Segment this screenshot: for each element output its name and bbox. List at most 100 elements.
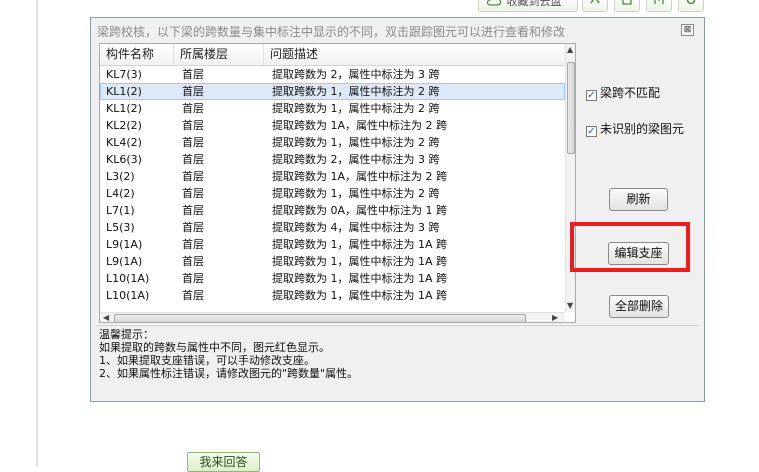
save-to-cloud-label: 收藏到云盘 [506,0,562,8]
issue-list[interactable]: 构件名称 所属楼层 问题描述 KL7(3) 首层 提取跨数为 2，属性中标注为 3 … [99,43,576,323]
table-row[interactable]: KL1(2) 首层 提取跨数为 1，属性中标注为 2 跨 [100,83,565,100]
cell-component-name: L7(1) [106,204,135,217]
table-row[interactable]: KL6(3) 首层 提取跨数为 2，属性中标注为 3 跨 [100,151,565,168]
cloud-icon [486,0,502,6]
cell-description: 提取跨数为 1，属性中标注为 1A 跨 [272,272,448,285]
table-row[interactable]: L3(2) 首层 提取跨数为 1A，属性中标注为 2 跨 [100,168,565,185]
scroll-left-arrow-icon[interactable]: ◀ [103,313,109,322]
answer-button[interactable]: 我来回答 [187,452,260,472]
table-row[interactable]: L9(1A) 首层 提取跨数为 1，属性中标注为 1A 跨 [100,253,565,270]
cell-component-name: KL1(2) [106,102,142,115]
cell-floor: 首层 [182,68,204,81]
cell-component-name: KL6(3) [106,153,142,166]
unrecognized-beam-label: 未识别的梁图元 [600,122,685,136]
cell-description: 提取跨数为 0A，属性中标注为 1 跨 [272,204,448,217]
tip-line: 如果提取的跨数与属性中不同，图元红色显示。 [99,341,330,354]
table-row[interactable]: L5(3) 首层 提取跨数为 4，属性中标注为 3 跨 [100,219,565,236]
cell-floor: 首层 [182,204,204,217]
column-header-name[interactable]: 构件名称 [100,44,174,65]
column-header-floor[interactable]: 所属楼层 [174,44,264,65]
cell-floor: 首层 [182,289,204,302]
span-mismatch-checkbox[interactable]: ✓ 梁跨不匹配 [586,84,660,101]
settings-button[interactable] [678,0,704,12]
scroll-right-arrow-icon[interactable]: ▶ [552,313,558,322]
table-row[interactable]: KL2(2) 首层 提取跨数为 1A，属性中标注为 2 跨 [100,117,565,134]
table-row[interactable]: KL1(2) 首层 提取跨数为 1，属性中标注为 2 跨 [100,100,565,117]
tip-line: 温馨提示： [99,328,154,341]
save-to-cloud-button[interactable]: 收藏到云盘 [478,0,578,12]
cell-description: 提取跨数为 2，属性中标注为 3 跨 [272,68,440,81]
dialog-title: 梁跨校核，以下梁的跨数量与集中标注中显示的不同，双击跟踪图元可以进行查看和修改 [97,25,566,39]
table-row[interactable]: L10(1A) 首层 提取跨数为 1，属性中标注为 1A 跨 [100,270,565,287]
tip-line: 1、如果提取支座错误，可以手动修改支座。 [99,354,315,367]
save-icon [622,0,632,5]
cell-description: 提取跨数为 1，属性中标注为 2 跨 [272,136,440,149]
list-header: 构件名称 所属楼层 问题描述 [100,44,565,66]
settings-icon [686,0,696,5]
tip-line: 2、如果属性标注错误，请修改图元的"跨数量"属性。 [99,367,359,380]
cell-description: 提取跨数为 2，属性中标注为 3 跨 [272,153,440,166]
span-mismatch-label: 梁跨不匹配 [600,86,661,100]
dialog-title-bar: 梁跨校核，以下梁的跨数量与集中标注中显示的不同，双击跟踪图元可以进行查看和修改 … [91,18,704,44]
cell-description: 提取跨数为 1，属性中标注为 2 跨 [272,85,440,98]
network-button[interactable] [582,0,608,12]
table-row[interactable]: L7(1) 首层 提取跨数为 0A，属性中标注为 1 跨 [100,202,565,219]
share-button[interactable] [646,0,672,12]
cell-floor: 首层 [182,136,204,149]
cell-component-name: L4(2) [106,187,135,200]
save-button[interactable] [614,0,640,12]
horizontal-scrollbar[interactable]: ◀ ▶ [100,312,565,322]
table-row[interactable]: L10(1A) 首层 提取跨数为 1，属性中标注为 1A 跨 [100,287,565,304]
cell-floor: 首层 [182,170,204,183]
cell-component-name: L9(1A) [106,238,143,251]
delete-all-button[interactable]: 全部删除 [609,295,669,318]
edit-support-button[interactable]: 编辑支座 [608,242,669,265]
cell-description: 提取跨数为 1，属性中标注为 2 跨 [272,187,440,200]
cell-component-name: KL7(3) [106,68,142,81]
cell-floor: 首层 [182,153,204,166]
checkbox-checked-icon[interactable]: ✓ [586,126,597,137]
checkbox-checked-icon[interactable]: ✓ [586,90,597,101]
cell-component-name: KL4(2) [106,136,142,149]
cell-floor: 首层 [182,187,204,200]
cell-description: 提取跨数为 1，属性中标注为 1A 跨 [272,238,448,251]
span-check-dialog: 梁跨校核，以下梁的跨数量与集中标注中显示的不同，双击跟踪图元可以进行查看和修改 … [90,17,705,402]
cell-component-name: L5(3) [106,221,135,234]
vertical-scroll-thumb[interactable] [567,62,575,154]
cell-component-name: KL1(2) [106,85,142,98]
cell-floor: 首层 [182,255,204,268]
cell-component-name: L10(1A) [106,289,150,302]
cell-description: 提取跨数为 1，属性中标注为 1A 跨 [272,255,448,268]
cell-floor: 首层 [182,238,204,251]
cell-component-name: L9(1A) [106,255,143,268]
share-icon [654,0,664,4]
horizontal-scroll-thumb[interactable] [114,314,526,322]
table-row[interactable]: KL4(2) 首层 提取跨数为 1，属性中标注为 2 跨 [100,134,565,151]
cell-floor: 首层 [182,85,204,98]
page-left-divider [36,0,38,467]
table-row[interactable]: L9(1A) 首层 提取跨数为 1，属性中标注为 1A 跨 [100,236,565,253]
unrecognized-beam-checkbox[interactable]: ✓ 未识别的梁图元 [586,120,684,137]
table-row[interactable]: L4(2) 首层 提取跨数为 1，属性中标注为 2 跨 [100,185,565,202]
cell-description: 提取跨数为 1，属性中标注为 2 跨 [272,102,440,115]
list-rows: KL7(3) 首层 提取跨数为 2，属性中标注为 3 跨 KL1(2) 首层 提取跨数为 … [100,66,565,304]
scroll-up-arrow-icon[interactable]: ▲ [567,45,573,54]
tips-panel: 温馨提示： 如果提取的跨数与属性中不同，图元红色显示。 1、如果提取支座错误，可以手… [99,328,689,380]
cell-component-name: L10(1A) [106,272,150,285]
table-row[interactable]: KL7(3) 首层 提取跨数为 2，属性中标注为 3 跨 [100,66,565,83]
cell-description: 提取跨数为 1A，属性中标注为 2 跨 [272,170,448,183]
top-toolbar: 收藏到云盘 [472,0,759,14]
cell-description: 提取跨数为 1，属性中标注为 1A 跨 [272,289,448,302]
tips-divider [97,325,698,326]
column-header-description[interactable]: 问题描述 [264,44,565,65]
cell-description: 提取跨数为 4，属性中标注为 3 跨 [272,221,440,234]
scroll-down-arrow-icon[interactable]: ▼ [567,301,573,310]
network-icon [590,0,600,4]
cell-floor: 首层 [182,102,204,115]
close-icon[interactable]: ⊠ [681,24,694,36]
cell-floor: 首层 [182,272,204,285]
cell-description: 提取跨数为 1A，属性中标注为 2 跨 [272,119,448,132]
cell-component-name: KL2(2) [106,119,142,132]
refresh-button[interactable]: 刷新 [609,188,668,211]
cell-component-name: L3(2) [106,170,135,183]
